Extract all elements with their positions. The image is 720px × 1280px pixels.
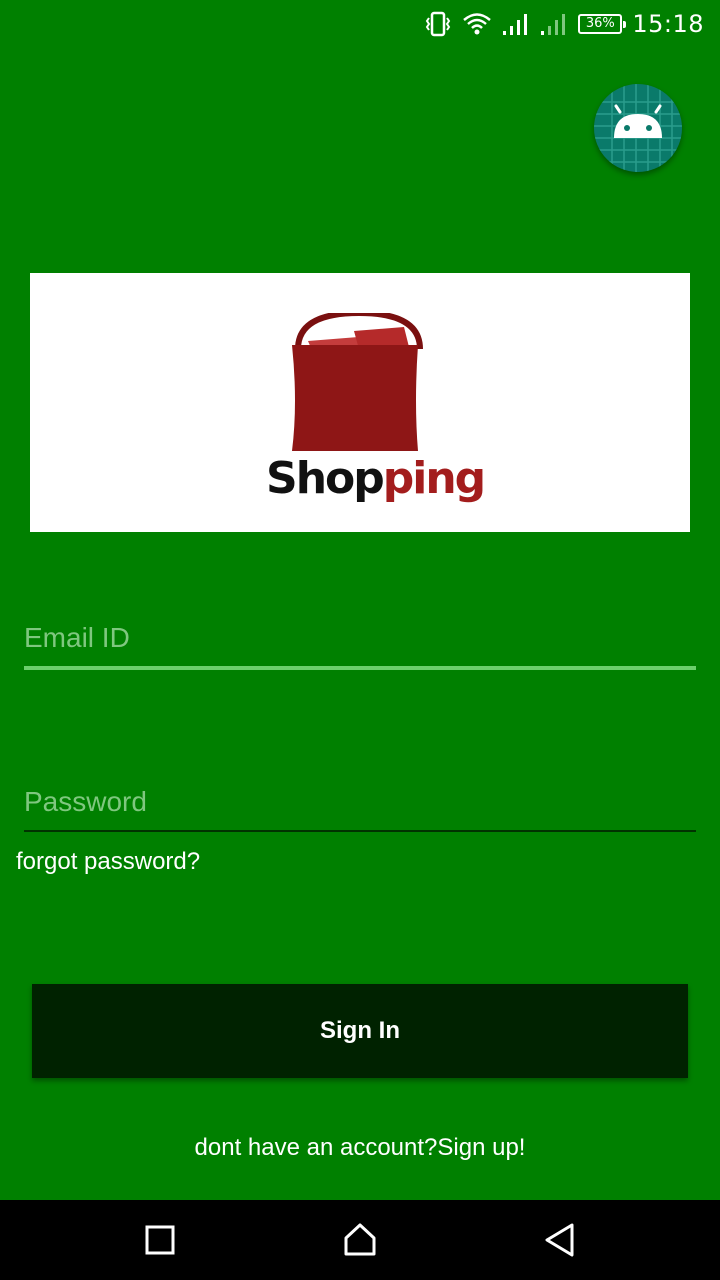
back-button[interactable] (540, 1220, 580, 1260)
forgot-password-link[interactable]: forgot password? (16, 848, 200, 876)
home-icon (344, 1223, 376, 1256)
password-field[interactable] (24, 782, 696, 830)
email-underline (24, 666, 696, 670)
email-field[interactable] (24, 618, 696, 666)
battery-icon: 36% (578, 14, 627, 34)
password-field-container (24, 782, 696, 832)
back-icon (545, 1223, 574, 1257)
android-fab-button[interactable] (594, 84, 682, 172)
sign-in-button[interactable]: Sign In (32, 984, 688, 1078)
navigation-bar (0, 1200, 720, 1280)
email-field-container (24, 618, 696, 670)
recent-apps-button[interactable] (140, 1220, 180, 1260)
shopping-logo: Shopping (30, 273, 690, 532)
logo-text-accent: ping (382, 453, 486, 504)
clock: 15:18 (632, 10, 704, 38)
logo-text-dark: Shop (266, 453, 385, 504)
recent-apps-icon (145, 1225, 175, 1255)
shopping-bag-icon (292, 313, 423, 451)
vibrate-icon (424, 11, 452, 37)
android-icon (594, 84, 682, 172)
signal-icon (502, 13, 530, 35)
home-button[interactable] (340, 1220, 380, 1260)
signal-weak-icon (540, 13, 568, 35)
sign-up-link[interactable]: dont have an account?Sign up! (0, 1134, 720, 1162)
logo-wordmark: Shopping (266, 451, 486, 507)
wifi-icon (462, 11, 492, 37)
password-underline (24, 830, 696, 832)
status-bar: 36% 15:18 (0, 0, 720, 48)
status-icons: 36% 15:18 (424, 8, 704, 40)
